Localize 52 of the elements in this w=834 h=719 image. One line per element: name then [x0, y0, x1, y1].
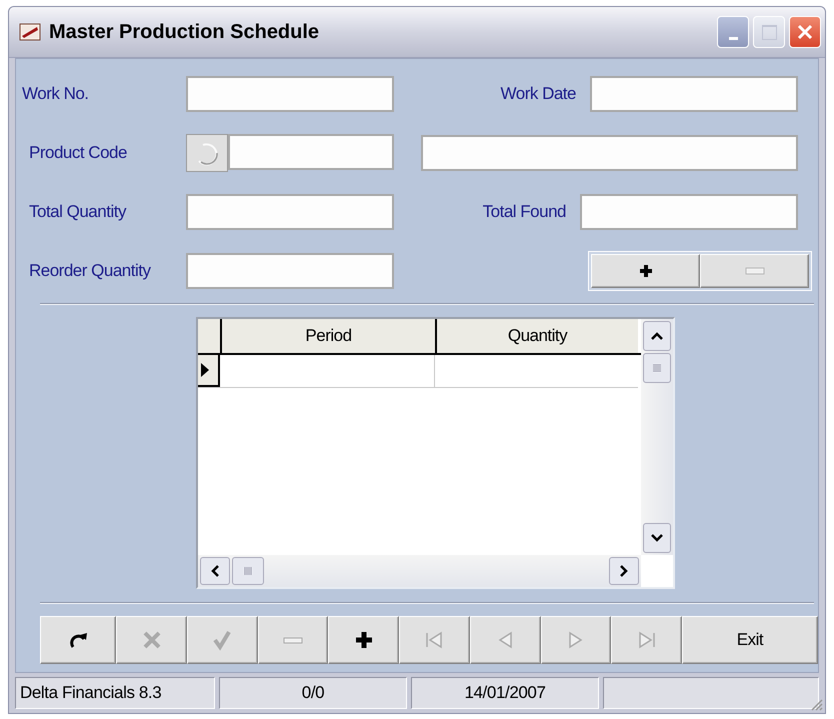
input-field[interactable] [186, 76, 394, 112]
caret-up-icon [651, 332, 663, 340]
input-field[interactable] [590, 76, 798, 112]
field-label: Total Quantity [28, 202, 128, 222]
grip-lines-icon [244, 566, 252, 576]
resize-grip-icon[interactable] [809, 697, 823, 711]
maximize-icon [762, 24, 776, 40]
status-panel: 0/0 [219, 677, 407, 709]
close-button[interactable] [789, 16, 821, 48]
field-label: Reorder Quantity [28, 261, 152, 281]
lookup-button[interactable] [186, 134, 228, 172]
scroll-down-button[interactable] [643, 523, 671, 553]
minus-icon [283, 636, 304, 644]
add-button[interactable] [328, 616, 400, 664]
column-header[interactable]: Period [222, 319, 437, 353]
plus-icon [638, 263, 654, 279]
close-icon [140, 629, 163, 651]
column-header[interactable]: Quantity [437, 319, 638, 353]
pointer-icon [200, 362, 210, 378]
scroll-thumb[interactable] [232, 557, 264, 585]
checkmark-icon [211, 629, 234, 651]
row-indicator[interactable] [198, 355, 220, 387]
scroll-left-button[interactable] [200, 557, 230, 585]
caret-down-icon [651, 534, 663, 542]
add-button[interactable] [591, 254, 700, 288]
close-icon [797, 24, 813, 40]
input-field[interactable] [421, 135, 798, 171]
field-label: Work No. [21, 84, 90, 104]
exit-button[interactable]: Exit [682, 616, 818, 664]
scroll-up-button[interactable] [643, 321, 671, 351]
input-field[interactable] [580, 194, 798, 230]
status-panel: 14/01/2007 [411, 677, 599, 709]
caret-right-icon [620, 565, 628, 577]
field-label: Product Code [28, 143, 128, 163]
horizontal-scrollbar[interactable] [198, 555, 641, 587]
vertical-scrollbar[interactable] [641, 319, 673, 555]
field-label: Total Found [482, 202, 566, 222]
input-field[interactable] [186, 194, 394, 230]
minimize-icon [728, 36, 738, 40]
grip-lines-icon [652, 364, 662, 372]
minimize-button[interactable] [717, 16, 749, 48]
status-panel: Delta Financials 8.3 [15, 677, 215, 709]
scroll-right-button[interactable] [609, 557, 639, 585]
refresh-button[interactable] [40, 616, 116, 664]
input-field[interactable] [186, 253, 394, 289]
minus-icon [744, 267, 764, 275]
window-title: Master Production Schedule [49, 20, 320, 44]
caret-left-icon [211, 565, 219, 577]
field-label: Work Date [500, 84, 576, 104]
input-field[interactable] [228, 134, 394, 170]
app-logo-icon [19, 23, 41, 41]
scroll-thumb[interactable] [643, 353, 671, 383]
